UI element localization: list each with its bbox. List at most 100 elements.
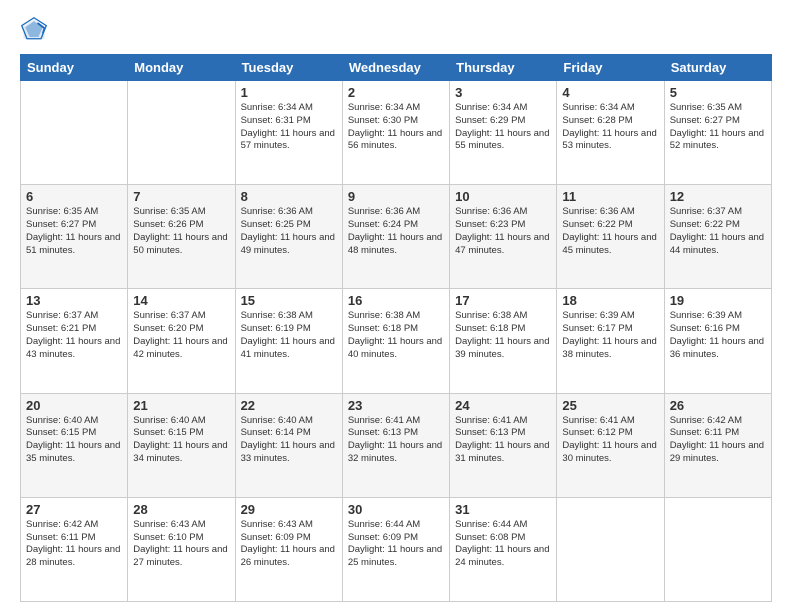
day-number: 6 (26, 189, 122, 204)
cell-content: Sunrise: 6:42 AM Sunset: 6:11 PM Dayligh… (26, 519, 122, 570)
day-number: 8 (241, 189, 337, 204)
calendar-cell: 17 Sunrise: 6:38 AM Sunset: 6:18 PM Dayl… (450, 289, 557, 393)
cell-content: Sunrise: 6:40 AM Sunset: 6:14 PM Dayligh… (241, 415, 337, 466)
cell-content: Sunrise: 6:43 AM Sunset: 6:10 PM Dayligh… (133, 519, 229, 570)
weekday-header-sunday: Sunday (21, 55, 128, 81)
day-number: 27 (26, 502, 122, 517)
cell-content: Sunrise: 6:39 AM Sunset: 6:17 PM Dayligh… (562, 310, 658, 361)
day-number: 11 (562, 189, 658, 204)
calendar-table: SundayMondayTuesdayWednesdayThursdayFrid… (20, 54, 772, 602)
cell-content: Sunrise: 6:44 AM Sunset: 6:09 PM Dayligh… (348, 519, 444, 570)
day-number: 1 (241, 85, 337, 100)
day-number: 29 (241, 502, 337, 517)
day-number: 31 (455, 502, 551, 517)
cell-content: Sunrise: 6:35 AM Sunset: 6:27 PM Dayligh… (670, 102, 766, 153)
cell-content: Sunrise: 6:35 AM Sunset: 6:27 PM Dayligh… (26, 206, 122, 257)
calendar-body: 1 Sunrise: 6:34 AM Sunset: 6:31 PM Dayli… (21, 81, 772, 602)
day-number: 26 (670, 398, 766, 413)
cell-content: Sunrise: 6:36 AM Sunset: 6:22 PM Dayligh… (562, 206, 658, 257)
calendar-cell: 10 Sunrise: 6:36 AM Sunset: 6:23 PM Dayl… (450, 185, 557, 289)
day-number: 21 (133, 398, 229, 413)
calendar-cell: 8 Sunrise: 6:36 AM Sunset: 6:25 PM Dayli… (235, 185, 342, 289)
calendar-cell: 2 Sunrise: 6:34 AM Sunset: 6:30 PM Dayli… (342, 81, 449, 185)
calendar-cell (664, 497, 771, 601)
day-number: 12 (670, 189, 766, 204)
day-number: 25 (562, 398, 658, 413)
calendar-cell: 25 Sunrise: 6:41 AM Sunset: 6:12 PM Dayl… (557, 393, 664, 497)
cell-content: Sunrise: 6:38 AM Sunset: 6:18 PM Dayligh… (455, 310, 551, 361)
calendar-cell: 26 Sunrise: 6:42 AM Sunset: 6:11 PM Dayl… (664, 393, 771, 497)
day-number: 14 (133, 293, 229, 308)
cell-content: Sunrise: 6:38 AM Sunset: 6:18 PM Dayligh… (348, 310, 444, 361)
logo-icon (20, 16, 48, 44)
day-number: 4 (562, 85, 658, 100)
cell-content: Sunrise: 6:40 AM Sunset: 6:15 PM Dayligh… (133, 415, 229, 466)
day-number: 9 (348, 189, 444, 204)
calendar-cell: 28 Sunrise: 6:43 AM Sunset: 6:10 PM Dayl… (128, 497, 235, 601)
cell-content: Sunrise: 6:42 AM Sunset: 6:11 PM Dayligh… (670, 415, 766, 466)
day-number: 7 (133, 189, 229, 204)
calendar-cell: 15 Sunrise: 6:38 AM Sunset: 6:19 PM Dayl… (235, 289, 342, 393)
day-number: 24 (455, 398, 551, 413)
page: SundayMondayTuesdayWednesdayThursdayFrid… (0, 0, 792, 612)
calendar-cell: 24 Sunrise: 6:41 AM Sunset: 6:13 PM Dayl… (450, 393, 557, 497)
weekday-header-saturday: Saturday (664, 55, 771, 81)
cell-content: Sunrise: 6:38 AM Sunset: 6:19 PM Dayligh… (241, 310, 337, 361)
day-number: 23 (348, 398, 444, 413)
weekday-header-thursday: Thursday (450, 55, 557, 81)
calendar-cell: 19 Sunrise: 6:39 AM Sunset: 6:16 PM Dayl… (664, 289, 771, 393)
logo (20, 16, 52, 44)
cell-content: Sunrise: 6:34 AM Sunset: 6:28 PM Dayligh… (562, 102, 658, 153)
day-number: 13 (26, 293, 122, 308)
calendar-cell: 4 Sunrise: 6:34 AM Sunset: 6:28 PM Dayli… (557, 81, 664, 185)
cell-content: Sunrise: 6:36 AM Sunset: 6:24 PM Dayligh… (348, 206, 444, 257)
calendar-cell: 21 Sunrise: 6:40 AM Sunset: 6:15 PM Dayl… (128, 393, 235, 497)
day-number: 20 (26, 398, 122, 413)
day-number: 17 (455, 293, 551, 308)
header (20, 16, 772, 44)
calendar-header: SundayMondayTuesdayWednesdayThursdayFrid… (21, 55, 772, 81)
day-number: 5 (670, 85, 766, 100)
day-number: 10 (455, 189, 551, 204)
day-number: 16 (348, 293, 444, 308)
calendar-cell (557, 497, 664, 601)
cell-content: Sunrise: 6:36 AM Sunset: 6:25 PM Dayligh… (241, 206, 337, 257)
weekday-header-wednesday: Wednesday (342, 55, 449, 81)
calendar-cell: 3 Sunrise: 6:34 AM Sunset: 6:29 PM Dayli… (450, 81, 557, 185)
calendar-cell: 13 Sunrise: 6:37 AM Sunset: 6:21 PM Dayl… (21, 289, 128, 393)
day-number: 30 (348, 502, 444, 517)
weekday-header-tuesday: Tuesday (235, 55, 342, 81)
calendar-cell: 12 Sunrise: 6:37 AM Sunset: 6:22 PM Dayl… (664, 185, 771, 289)
weekday-header-row: SundayMondayTuesdayWednesdayThursdayFrid… (21, 55, 772, 81)
cell-content: Sunrise: 6:37 AM Sunset: 6:21 PM Dayligh… (26, 310, 122, 361)
calendar-cell: 9 Sunrise: 6:36 AM Sunset: 6:24 PM Dayli… (342, 185, 449, 289)
cell-content: Sunrise: 6:40 AM Sunset: 6:15 PM Dayligh… (26, 415, 122, 466)
day-number: 2 (348, 85, 444, 100)
calendar-cell: 14 Sunrise: 6:37 AM Sunset: 6:20 PM Dayl… (128, 289, 235, 393)
cell-content: Sunrise: 6:41 AM Sunset: 6:12 PM Dayligh… (562, 415, 658, 466)
calendar-cell: 20 Sunrise: 6:40 AM Sunset: 6:15 PM Dayl… (21, 393, 128, 497)
cell-content: Sunrise: 6:44 AM Sunset: 6:08 PM Dayligh… (455, 519, 551, 570)
cell-content: Sunrise: 6:36 AM Sunset: 6:23 PM Dayligh… (455, 206, 551, 257)
cell-content: Sunrise: 6:41 AM Sunset: 6:13 PM Dayligh… (348, 415, 444, 466)
cell-content: Sunrise: 6:37 AM Sunset: 6:22 PM Dayligh… (670, 206, 766, 257)
cell-content: Sunrise: 6:37 AM Sunset: 6:20 PM Dayligh… (133, 310, 229, 361)
day-number: 3 (455, 85, 551, 100)
calendar-cell: 18 Sunrise: 6:39 AM Sunset: 6:17 PM Dayl… (557, 289, 664, 393)
calendar-cell: 27 Sunrise: 6:42 AM Sunset: 6:11 PM Dayl… (21, 497, 128, 601)
calendar-cell: 6 Sunrise: 6:35 AM Sunset: 6:27 PM Dayli… (21, 185, 128, 289)
calendar-week-5: 27 Sunrise: 6:42 AM Sunset: 6:11 PM Dayl… (21, 497, 772, 601)
calendar-week-2: 6 Sunrise: 6:35 AM Sunset: 6:27 PM Dayli… (21, 185, 772, 289)
calendar-cell: 29 Sunrise: 6:43 AM Sunset: 6:09 PM Dayl… (235, 497, 342, 601)
cell-content: Sunrise: 6:41 AM Sunset: 6:13 PM Dayligh… (455, 415, 551, 466)
calendar-cell: 31 Sunrise: 6:44 AM Sunset: 6:08 PM Dayl… (450, 497, 557, 601)
calendar-week-3: 13 Sunrise: 6:37 AM Sunset: 6:21 PM Dayl… (21, 289, 772, 393)
weekday-header-monday: Monday (128, 55, 235, 81)
calendar-week-1: 1 Sunrise: 6:34 AM Sunset: 6:31 PM Dayli… (21, 81, 772, 185)
day-number: 18 (562, 293, 658, 308)
cell-content: Sunrise: 6:43 AM Sunset: 6:09 PM Dayligh… (241, 519, 337, 570)
calendar-cell: 23 Sunrise: 6:41 AM Sunset: 6:13 PM Dayl… (342, 393, 449, 497)
day-number: 19 (670, 293, 766, 308)
calendar-cell: 5 Sunrise: 6:35 AM Sunset: 6:27 PM Dayli… (664, 81, 771, 185)
calendar-cell: 30 Sunrise: 6:44 AM Sunset: 6:09 PM Dayl… (342, 497, 449, 601)
